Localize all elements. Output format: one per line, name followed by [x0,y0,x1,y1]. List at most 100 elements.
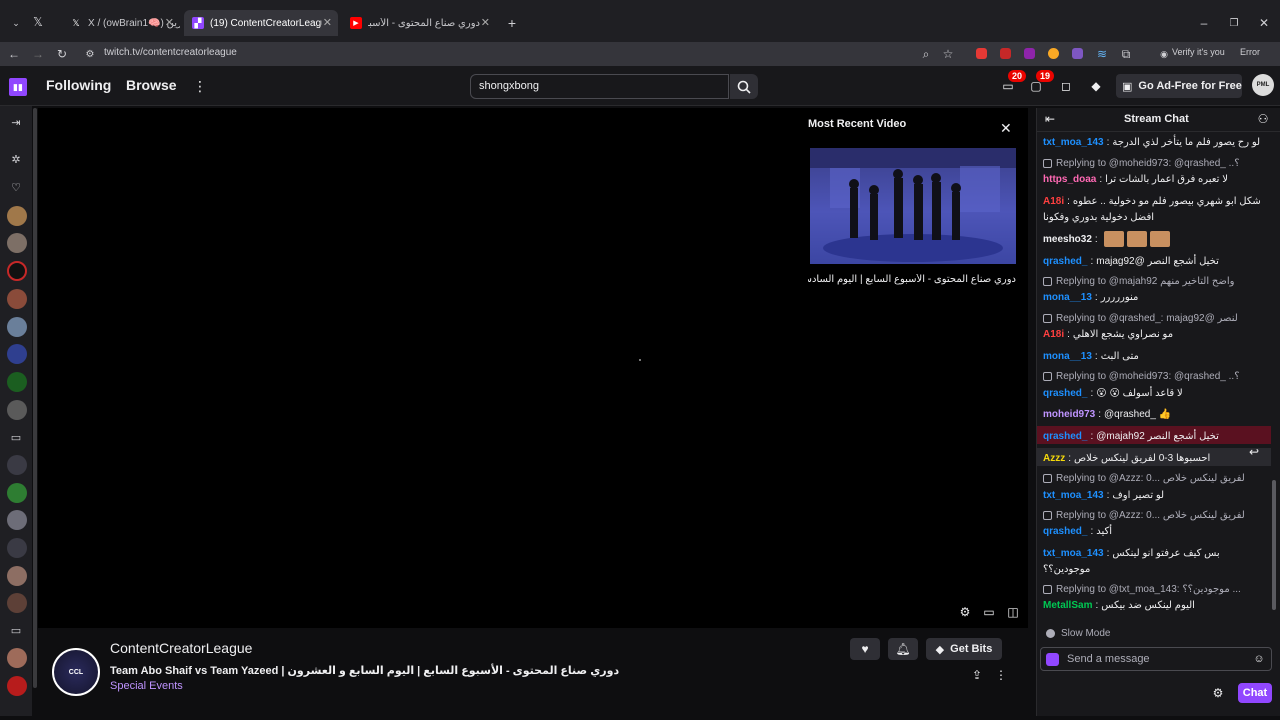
new-tab-button[interactable]: + [504,15,520,31]
chat-username[interactable]: qrashed_ [1043,526,1087,537]
chat-message[interactable]: qrashed_: تخيل أشجع النصر @majag92 [1043,253,1271,269]
reload-icon[interactable]: ↻ [54,46,70,62]
chat-message[interactable]: txt_moa_143: بس كيف عرفتو انو لينكس [1043,545,1271,561]
expand-sidebar-icon[interactable]: ⇥ [8,114,24,130]
chat-message[interactable]: A18i: شكل ابو شهري بيصور فلم مو دخولية ..… [1043,193,1271,209]
chat-message[interactable]: moheid973: @qrashed_ 👍 [1043,406,1271,422]
search-input[interactable]: shongxbong [470,74,729,99]
channel-avatar[interactable] [7,510,27,530]
chat-username[interactable]: qrashed_ [1043,388,1087,399]
close-icon[interactable]: ✕ [481,16,490,29]
chat-message[interactable]: MetallSam: اليوم لينكس ضد بيكس [1043,597,1271,613]
extension-icon[interactable] [1072,48,1083,59]
chat-username[interactable]: mona__13 [1043,351,1092,362]
maximize-icon[interactable]: ❐ [1226,15,1242,31]
chat-username[interactable]: txt_moa_143 [1043,490,1104,501]
close-icon[interactable]: ✕ [165,16,174,29]
tab-search-icon[interactable]: ⌄ [8,15,24,31]
chat-username[interactable]: moheid973 [1043,409,1095,420]
go-ad-free-button[interactable]: ▣ Go Ad-Free for Free [1116,74,1242,98]
channel-avatar[interactable] [7,483,27,503]
chat-reply-context[interactable]: Replying to @majah92 واضح التاخير منهم [1043,274,1255,288]
chat-message[interactable]: https_doaa: لا تعبره فرق اعمار بالشات ترا [1043,171,1271,187]
extension-icon[interactable] [1048,48,1059,59]
emote-icon[interactable] [1126,231,1147,247]
zoom-icon[interactable]: ⌕ [918,46,934,62]
site-info-icon[interactable]: ⚙ [82,46,98,62]
most-recent-video-thumbnail[interactable] [810,148,1016,264]
extension-icon[interactable] [976,48,987,59]
chat-username[interactable]: txt_moa_143 [1043,137,1104,148]
notifications-button[interactable]: 🔔︎ [888,638,918,660]
chat-message[interactable]: mona__13: منوررررر [1043,289,1271,305]
chat-username[interactable]: A18i [1043,329,1064,340]
channel-avatar[interactable] [7,593,27,613]
reply-icon[interactable]: ↩ [1247,445,1261,459]
window-close-icon[interactable]: ✕ [1256,15,1272,31]
extension-icon[interactable]: ≋ [1094,46,1110,62]
chat-reply-context[interactable]: Replying to @Azzz: 0... لفريق لينكس خلاص [1043,508,1255,522]
tab-x[interactable]: 𝕏 X / (owBrain1🧠) برين ✕ [62,10,180,36]
follow-button[interactable]: ♥ [850,638,880,660]
chat-username[interactable]: meesho32 [1043,234,1092,245]
chat-reply-context[interactable]: Replying to @txt_moa_143: موجودين؟؟ ... [1043,582,1255,596]
twitch-logo-icon[interactable]: ▮▮ [9,78,27,96]
chat-message[interactable]: Azzz: احسبوها 3-0 لفريق لينكس خلاص [1043,450,1271,466]
extensions-puzzle-icon[interactable]: ⧉ [1118,46,1134,62]
channel-avatar[interactable]: CCL [52,648,100,696]
extension-icon[interactable] [1000,48,1011,59]
channel-avatar[interactable] [7,455,27,475]
stream-category[interactable]: Special Events [110,680,183,692]
emote-icon[interactable] [1149,231,1170,247]
minimize-icon[interactable]: – [1196,15,1212,31]
settings-gear-icon[interactable]: ⚙ [958,605,972,619]
theatre-mode-icon[interactable]: ▭ [982,605,996,619]
chat-send-button[interactable]: Chat [1238,683,1272,703]
channel-avatar[interactable] [7,538,27,558]
share-icon[interactable]: ⇪ [970,668,984,682]
forward-icon[interactable]: → [30,46,46,62]
address-bar[interactable]: twitch.tv/contentcreatorleague [104,47,237,58]
chat-message[interactable]: meesho32: [1043,231,1271,247]
chat-input[interactable]: Send a message [1040,647,1272,671]
most-recent-video-caption[interactable]: دوري صناع المحتوى - الأسبوع السابع | الي… [808,274,1016,285]
channel-avatar[interactable] [7,372,27,392]
more-vertical-icon[interactable]: ⋮ [994,668,1008,682]
tab-twitch[interactable]: ▞ (19) ContentCreatorLeague - Tw ✕ [184,10,338,36]
chat-message[interactable]: qrashed_: تخيل أشجع النصر majah92@ [1043,428,1271,444]
chat-message[interactable]: qrashed_: أكيد [1043,523,1271,539]
chat-username[interactable]: qrashed_ [1043,256,1087,267]
verify-label[interactable]: Verify it's you [1172,47,1225,57]
get-bits-button[interactable]: ◆ Get Bits [926,638,1002,660]
chat-reply-context[interactable]: Replying to @qrashed_: majag92@ لنصر [1043,311,1255,325]
fullscreen-icon[interactable]: ◫ [1006,605,1020,619]
x-logo-icon[interactable]: 𝕏 [30,14,46,30]
chat-username[interactable]: qrashed_ [1043,431,1087,442]
chat-message[interactable]: mona__13: متى البث [1043,348,1271,364]
channel-avatar[interactable] [7,344,27,364]
channel-avatar[interactable] [7,289,27,309]
chat-username[interactable]: mona__13 [1043,292,1092,303]
user-avatar[interactable]: PML [1252,74,1274,96]
chat-username[interactable]: MetallSam [1043,600,1092,611]
channel-name[interactable]: ContentCreatorLeague [110,640,252,656]
search-button[interactable] [730,74,758,99]
bits-badge-icon[interactable] [1046,653,1059,666]
chat-settings-gear-icon[interactable]: ⚙ [1211,686,1225,700]
chat-reply-context[interactable]: Replying to @moheid973: @qrashed_ ..؟ [1043,369,1255,383]
chat-message[interactable]: txt_moa_143: لو رح يصور فلم ما يتأخر لذي … [1043,134,1271,150]
channel-avatar[interactable] [7,261,27,281]
extension-icon[interactable] [1024,48,1035,59]
chat-message[interactable]: qrashed_: لا قاعد أسولف 😮 😮 [1043,385,1271,401]
chat-username[interactable]: https_doaa [1043,174,1096,185]
collapse-chat-icon[interactable]: ⇤ [1043,112,1057,126]
chat-reply-context[interactable]: Replying to @moheid973: @qrashed_ ..؟ [1043,156,1255,170]
rail-scrollbar[interactable] [33,108,37,688]
more-vertical-icon[interactable]: ⋮ [192,78,208,94]
chat-message[interactable]: txt_moa_143: لو تصير اوف [1043,487,1271,503]
profile-icon[interactable]: ◉ [1156,46,1172,62]
emote-icon[interactable] [1103,231,1124,247]
channel-avatar[interactable] [7,233,27,253]
channel-avatar[interactable] [7,206,27,226]
channel-avatar[interactable] [7,566,27,586]
